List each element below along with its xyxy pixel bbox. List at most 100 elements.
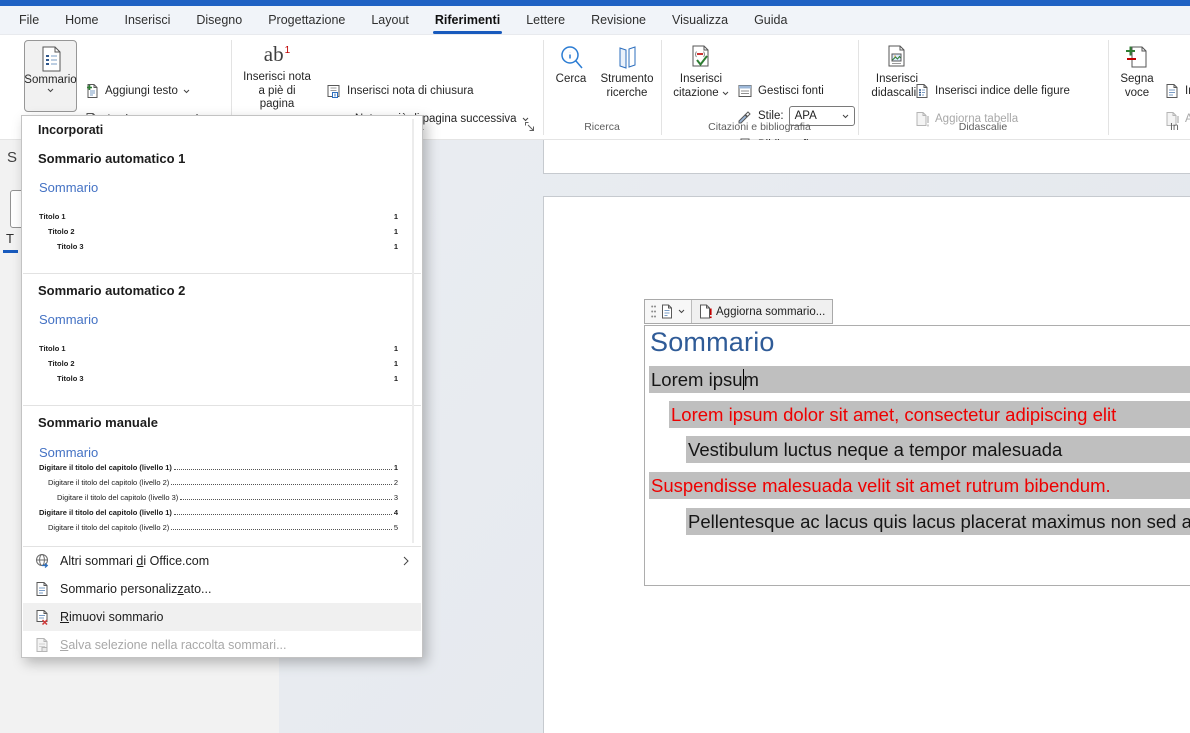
grip-dots-icon [651,305,656,318]
update-toc-inline-label: Aggiorna sommario... [716,306,825,318]
toc-title: Sommario [650,327,775,358]
toc-entry-level3[interactable]: Vestibulum luctus neque a tempor malesua… [686,436,1190,463]
menu-label: Altri sommari [60,554,136,568]
tab-riferimenti[interactable]: Riferimenti [422,6,513,34]
navigation-pane-title-partial: S [7,149,17,166]
insert-index-icon [1164,83,1180,99]
insert-endnote-label: Inserisci nota di chiusura [347,85,474,97]
table-of-figures-icon [914,83,930,99]
tab-progettazione[interactable]: Progettazione [255,6,358,34]
menu-label-key: R [60,610,69,624]
gallery-separator [23,405,421,406]
add-text-icon [84,83,100,99]
save-to-gallery-icon [34,637,50,653]
menu-item-remove-toc[interactable]: Rimuovi sommario [23,603,421,631]
preview-page: 4 [394,508,398,517]
toc-entry-level1[interactable]: Lorem ipsum [649,366,1190,393]
insert-citation-button[interactable]: Inserisci citazione [669,40,733,112]
mark-entry-label-2: voce [1125,87,1149,100]
insert-citation-icon [688,44,714,72]
tab-layout[interactable]: Layout [358,6,422,34]
update-toc-inline-button[interactable]: Aggiorna sommario... [692,300,832,323]
researcher-button[interactable]: Strumento ricerche [595,40,659,112]
insert-footnote-label-1: Inserisci nota [243,71,311,84]
menu-label: ato... [184,582,212,596]
tab-home[interactable]: Home [52,6,111,34]
gallery-scrollbar[interactable] [412,119,414,543]
toc-control-handle[interactable] [645,300,692,323]
tab-guida[interactable]: Guida [741,6,800,34]
manage-sources-button[interactable]: Gestisci fonti [737,80,824,102]
insert-table-of-figures-button[interactable]: Inserisci indice delle figure [914,80,1070,102]
insert-index-label-partial: In [1185,85,1190,97]
tab-lettere[interactable]: Lettere [513,6,578,34]
insert-footnote-label-2: a piè di pagina [241,85,313,111]
navigation-tab-partial[interactable]: T [6,231,14,246]
chevron-down-icon [722,91,729,96]
preview-page: 1 [394,463,398,472]
word-window: File Home Inserisci Disegno Progettazion… [0,0,1190,733]
menu-label: Sommario personaliz [60,582,177,596]
preview-page: 1 [394,344,398,353]
dialog-launcher-icon[interactable] [524,121,536,133]
manage-sources-label: Gestisci fonti [758,85,824,97]
gallery-title: Sommario automatico 1 [38,151,185,166]
preview-entry: Titolo 1 [39,212,66,221]
group-label-citations: Citazioni e bibliografia [661,121,858,133]
menu-item-custom-toc[interactable]: Sommario personalizzato... [23,575,421,603]
toc-entry-level2[interactable]: Lorem ipsum dolor sit amet, consectetur … [669,401,1190,428]
update-index-label-partial: A [1185,113,1190,125]
tab-revisione[interactable]: Revisione [578,6,659,34]
menu-label: alva selezione nella raccolta sommari... [68,638,286,652]
toc-entry-text: Suspendisse malesuada velit sit amet rut… [651,475,1111,497]
preview-page: 1 [394,212,398,221]
add-text-label: Aggiungi testo [105,85,178,97]
search-label: Cerca [556,73,587,86]
preview-entry: Titolo 2 [39,227,75,236]
mark-entry-label-1: Segna [1120,73,1153,86]
toc-button-label: Sommario [24,74,76,87]
preview-heading: Sommario [39,312,98,327]
insert-caption-icon [884,44,910,72]
group-label-index-partial: In [1170,121,1179,133]
tab-visualizza[interactable]: Visualizza [659,6,741,34]
toc-gallery-button[interactable]: Sommario [24,40,77,112]
preview-entry: Titolo 3 [39,374,84,383]
toc-entry-level3[interactable]: Pellentesque ac lacus quis lacus placera… [686,508,1190,535]
toc-entry-level1[interactable]: Suspendisse malesuada velit sit amet rut… [649,472,1190,499]
researcher-label-2: ricerche [607,87,648,100]
toc-entry-text: Pellentesque ac lacus quis lacus placera… [688,511,1190,533]
menu-item-save-selection[interactable]: Salva selezione nella raccolta sommari..… [23,631,421,659]
group-separator [1108,40,1109,135]
toc-entry-text: Lorem ipsum dolor sit amet, consectetur … [671,404,1116,426]
add-text-button[interactable]: Aggiungi testo [84,80,190,102]
tab-file[interactable]: File [6,6,52,34]
mark-entry-button[interactable]: Segna voce [1114,40,1160,112]
search-button[interactable]: Cerca [549,40,593,112]
menu-label: i Office.com [143,554,209,568]
menu-item-more-tocs-office[interactable]: Altri sommari di Office.com [23,547,421,575]
insert-footnote-button[interactable]: ab1 Inserisci nota a piè di pagina [241,40,313,112]
insert-table-of-figures-label: Inserisci indice delle figure [935,85,1070,97]
preview-entry: Titolo 2 [39,359,75,368]
toc-entry-text: Lorem ipsu [651,369,743,391]
gallery-separator [23,273,421,274]
preview-entry: Digitare il titolo del capitolo (livello… [39,523,169,532]
preview-page: 1 [394,227,398,236]
insert-endnote-button[interactable]: Inserisci nota di chiusura [326,80,474,102]
submenu-chevron-right-icon [403,556,409,566]
remove-toc-icon [34,609,50,625]
researcher-label-1: Strumento [600,73,653,86]
tab-inserisci[interactable]: Inserisci [112,6,184,34]
manage-sources-icon [737,83,753,99]
insert-citation-label-1: Inserisci [680,73,722,86]
insert-citation-label-2: citazione [673,87,718,100]
page-1-bottom [543,140,1190,174]
tab-disegno[interactable]: Disegno [183,6,255,34]
footnote-ab1-icon: ab1 [264,44,290,70]
insert-index-button-partial[interactable]: In [1164,80,1190,102]
toc-entry-text: m [744,369,759,391]
gallery-title: Sommario automatico 2 [38,283,185,298]
chevron-down-icon [842,114,849,119]
preview-heading: Sommario [39,445,98,460]
